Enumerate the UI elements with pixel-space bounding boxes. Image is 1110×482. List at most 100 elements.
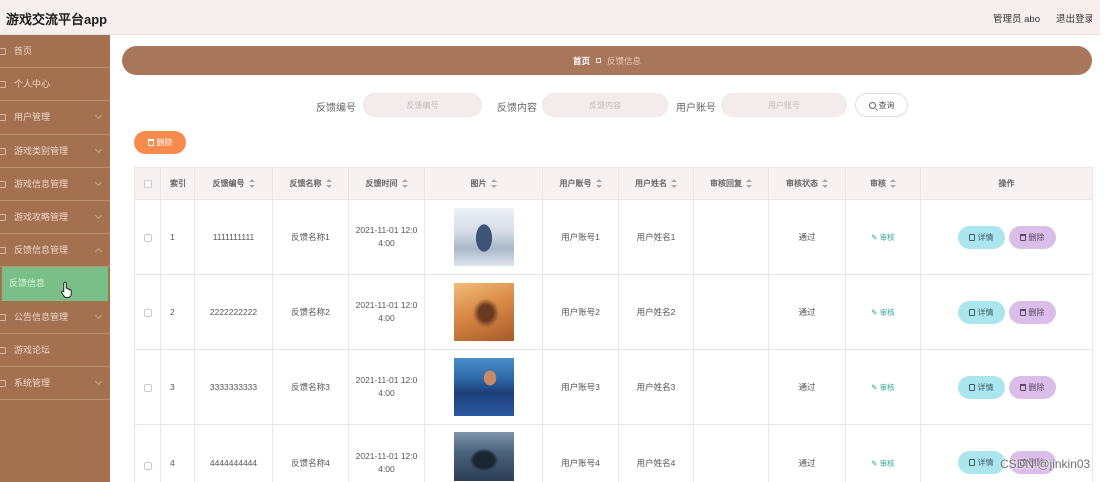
delete-row-button-label: 删除 — [1028, 382, 1045, 392]
table-row[interactable]: 3 3333333333 反馈名称3 2021-11-01 12:04:00 用… — [134, 349, 1093, 425]
detail-button[interactable]: 详情 — [957, 375, 1005, 399]
feedback-time-cell: 2021-11-01 12:04:00 — [348, 424, 425, 482]
column-label: 反馈时间 — [365, 179, 398, 188]
feedback-image[interactable] — [453, 283, 514, 341]
sort-icon[interactable] — [671, 179, 677, 189]
column-header-user-account[interactable]: 用户账号 — [542, 167, 619, 200]
sidebar-item-game-guide[interactable]: 游戏攻略管理 — [0, 201, 110, 235]
column-header-feedback-no[interactable]: 反馈编号 — [194, 167, 273, 200]
user-name-cell: 用户姓名3 — [618, 349, 694, 425]
sidebar-item-feedback-management[interactable]: 反馈信息管理 — [0, 234, 110, 268]
feedback-content-input[interactable] — [542, 93, 668, 117]
logout-link[interactable]: 退出登录 — [1056, 11, 1092, 25]
sidebar-item-label: 首页 — [14, 46, 33, 56]
detail-button[interactable]: 详情 — [957, 300, 1005, 324]
breadcrumb-home[interactable]: 首页 — [573, 55, 590, 67]
sort-icon[interactable] — [401, 179, 408, 189]
column-header-review-reply[interactable]: 审核回复 — [693, 167, 769, 200]
column-label: 索引 — [170, 179, 186, 188]
column-header-feedback-time[interactable]: 反馈时间 — [348, 167, 425, 200]
row-checkbox[interactable] — [143, 308, 152, 317]
sidebar-item-label: 游戏攻略管理 — [14, 211, 69, 222]
table-row[interactable]: 2 2222222222 反馈名称2 2021-11-01 12:04:00 用… — [134, 274, 1093, 350]
sort-icon[interactable] — [595, 179, 602, 189]
column-label: 反馈编号 — [212, 179, 245, 188]
review-reply-cell — [693, 424, 769, 482]
sidebar-item-user-management[interactable]: 用户管理 — [0, 101, 110, 135]
user-account-cell: 用户账号1 — [542, 199, 619, 275]
bulk-delete-button[interactable]: 删除 — [134, 131, 186, 154]
user-name-cell: 用户姓名2 — [618, 274, 694, 350]
document-icon — [968, 383, 975, 391]
sort-icon[interactable] — [822, 179, 828, 189]
column-header-review-status[interactable]: 审核状态 — [768, 167, 846, 200]
sort-icon[interactable] — [490, 179, 497, 189]
feedback-no-input[interactable] — [363, 93, 482, 117]
sidebar-item-game-info[interactable]: 游戏信息管理 — [0, 168, 110, 201]
delete-row-button[interactable]: 删除 — [1008, 300, 1056, 324]
top-bar: 游戏交流平台app 管理员 abo 退出登录 — [0, 0, 1100, 35]
feedback-icon — [0, 247, 6, 255]
sort-icon[interactable] — [248, 179, 255, 189]
sort-icon[interactable] — [890, 179, 896, 189]
feedback-image[interactable] — [453, 432, 514, 481]
sidebar-item-home[interactable]: 首页 — [0, 35, 110, 69]
image-cell — [424, 349, 543, 425]
column-header-review[interactable]: 审核 — [845, 167, 921, 200]
review-link[interactable]: ✎ 审核 — [871, 308, 894, 317]
search-button[interactable]: 查询 — [855, 93, 908, 117]
column-header-feedback-name[interactable]: 反馈名称 — [272, 167, 349, 200]
actions-cell: 详情 删除 — [920, 349, 1093, 425]
column-header-user-name[interactable]: 用户姓名 — [618, 167, 694, 200]
sidebar-item-profile[interactable]: 个人中心 — [0, 68, 110, 102]
row-checkbox[interactable] — [143, 383, 152, 392]
review-link[interactable]: ✎ 审核 — [871, 459, 894, 468]
row-checkbox[interactable] — [143, 461, 152, 470]
feedback-table: 索引 反馈编号 反馈名称 反馈时间 图片 用户账号 用户姓名 审核回复 审核状态… — [134, 167, 1093, 482]
detail-button[interactable]: 详情 — [957, 451, 1005, 474]
sidebar-item-feedback[interactable]: 反馈信息 — [2, 267, 108, 301]
feedback-image[interactable] — [453, 358, 514, 416]
sidebar-item-game-category[interactable]: 游戏类别管理 — [0, 135, 110, 168]
review-status-cell: 通过 — [768, 274, 846, 350]
chevron-down-icon — [94, 112, 103, 120]
actions-cell: 详情 删除 — [920, 199, 1093, 275]
delete-row-button[interactable]: 删除 — [1008, 225, 1056, 249]
sidebar-item-system[interactable]: 系统管理 — [0, 367, 110, 401]
chevron-up-icon — [94, 248, 103, 256]
review-link[interactable]: ✎ 审核 — [871, 233, 894, 242]
actions-cell: 详情 删除 — [920, 424, 1093, 482]
column-header-actions: 操作 — [920, 167, 1093, 200]
review-status-cell: 通过 — [768, 199, 846, 275]
detail-button[interactable]: 详情 — [957, 225, 1005, 249]
cursor-hand-icon — [61, 281, 72, 298]
feedback-time: 2021-11-01 12:04:00 — [355, 451, 418, 474]
select-all-checkbox[interactable] — [143, 179, 152, 188]
chevron-down-icon — [94, 311, 103, 319]
feedback-image[interactable] — [453, 208, 514, 266]
column-header-image[interactable]: 图片 — [424, 167, 543, 200]
feedback-time-cell: 2021-11-01 12:04:00 — [348, 274, 425, 350]
table-row[interactable]: 1 1111111111 反馈名称1 2021-11-01 12:04:00 用… — [134, 199, 1093, 275]
index-cell: 4 — [160, 424, 195, 482]
trash-icon — [1019, 308, 1026, 316]
edit-icon: ✎ — [871, 232, 878, 242]
user-account-input[interactable] — [721, 93, 847, 117]
sort-icon[interactable] — [746, 179, 752, 189]
delete-row-button[interactable]: 删除 — [1008, 375, 1056, 399]
sidebar-item-forum[interactable]: 游戏论坛 — [0, 334, 110, 367]
delete-row-button-label: 删除 — [1028, 307, 1045, 317]
column-label: 反馈名称 — [289, 179, 322, 188]
guide-icon — [0, 213, 6, 221]
chevron-down-icon — [94, 145, 103, 153]
review-link[interactable]: ✎ 审核 — [871, 383, 894, 392]
row-select-cell — [134, 274, 161, 350]
user-name-cell: 用户姓名1 — [618, 199, 694, 275]
sort-icon[interactable] — [325, 179, 332, 189]
row-checkbox[interactable] — [143, 233, 152, 242]
sidebar-item-label: 公告信息管理 — [14, 311, 69, 322]
table-row[interactable]: 4 4444444444 反馈名称4 2021-11-01 12:04:00 用… — [134, 424, 1093, 482]
user-name-cell: 用户姓名4 — [618, 424, 694, 482]
sidebar-item-notice[interactable]: 公告信息管理 — [0, 301, 110, 334]
breadcrumb: 首页 反馈信息 — [122, 46, 1092, 75]
